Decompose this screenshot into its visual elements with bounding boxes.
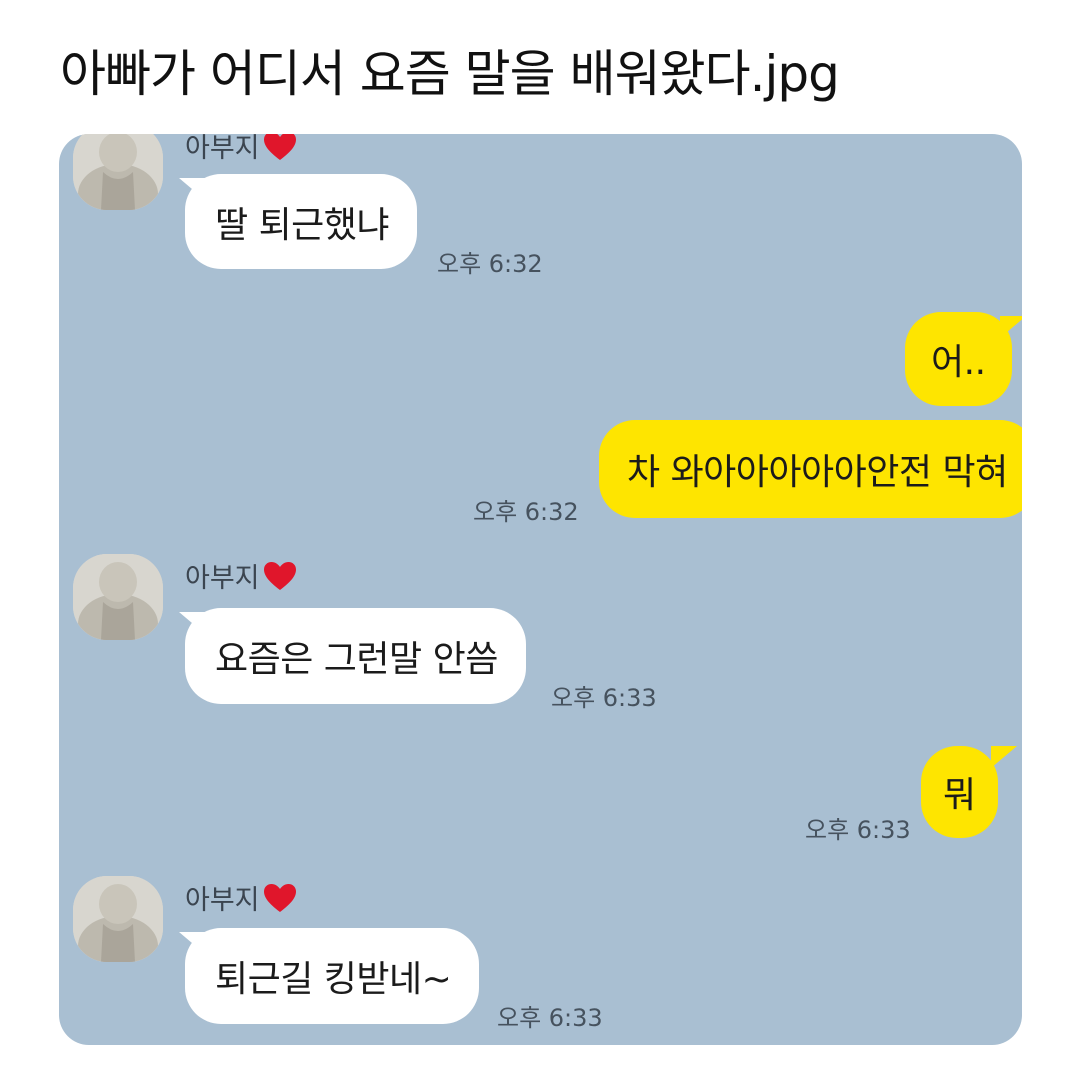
message-time: 오후 6:32: [437, 250, 543, 278]
message-time: 오후 6:33: [497, 1004, 603, 1032]
sender-avatar[interactable]: [73, 876, 163, 962]
message-bubble-outgoing[interactable]: 차 와아아아아아안전 막혀: [599, 420, 1022, 518]
sender-name-label: 아부지: [185, 563, 260, 594]
message-text: 요즘은 그런말 안씀: [215, 639, 498, 680]
sender-name-label: 아부지: [185, 885, 260, 916]
message-bubble-incoming[interactable]: 요즘은 그런말 안씀: [185, 608, 526, 704]
sender-name: 아부지: [185, 878, 298, 917]
red-heart-icon: [263, 561, 296, 590]
post-title: 아빠가 어디서 요즘 말을 배워왔다.jpg: [60, 45, 840, 103]
message-bubble-incoming[interactable]: 딸 퇴근했냐: [185, 174, 418, 269]
red-heart-icon: [263, 134, 296, 160]
sender-name: 아부지: [185, 134, 298, 165]
message-text: 딸 퇴근했냐: [215, 204, 390, 246]
message-text: 뭐: [943, 775, 976, 816]
message-bubble-outgoing[interactable]: 어..: [905, 312, 1012, 406]
message-bubble-incoming[interactable]: 퇴근길 킹받네~: [185, 928, 480, 1024]
chat-window[interactable]: 아부지 딸 퇴근했냐 오후 6:32 어.. 차 와아아아아아안전 막혀 오후 …: [59, 134, 1022, 1045]
bubble-tail: [991, 746, 1017, 768]
red-heart-icon: [263, 883, 296, 912]
message-time: 오후 6:33: [551, 684, 657, 712]
message-bubble-outgoing[interactable]: 뭐: [921, 746, 998, 838]
bubble-tail: [1000, 316, 1022, 338]
message-text: 차 와아아아아아안전 막혀: [627, 452, 1008, 493]
message-text: 퇴근길 킹받네~: [215, 959, 452, 1000]
message-time: 오후 6:32: [473, 498, 579, 526]
message-time: 오후 6:33: [805, 816, 911, 844]
sender-name: 아부지: [185, 556, 298, 595]
sender-avatar[interactable]: [73, 554, 163, 640]
sender-name-label: 아부지: [185, 134, 260, 164]
message-text: 어..: [931, 342, 986, 383]
sender-avatar[interactable]: [73, 134, 163, 210]
